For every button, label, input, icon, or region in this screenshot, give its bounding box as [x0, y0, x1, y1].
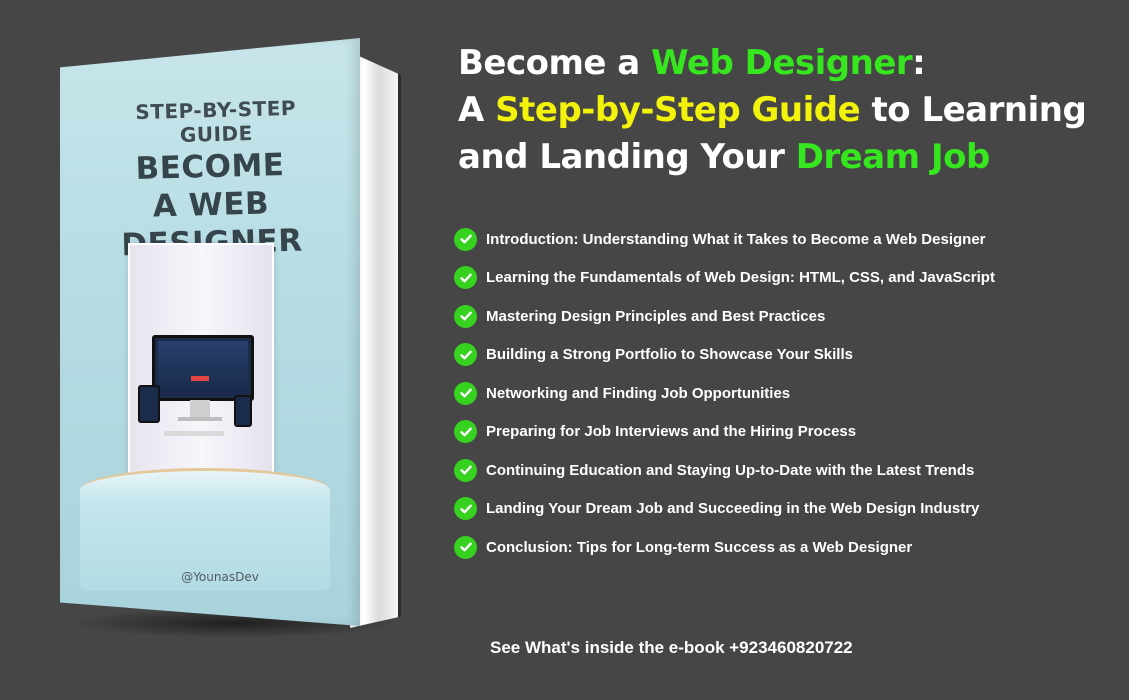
cover-kicker: STEP-BY-STEP GUIDE: [135, 95, 297, 147]
check-circle-icon: [454, 497, 477, 521]
topic-label: Conclusion: Tips for Long-term Success a…: [486, 538, 913, 556]
check-circle-icon: [454, 535, 477, 559]
check-circle-icon: [454, 343, 477, 367]
book-cover: STEP-BY-STEP GUIDE BECOME A WEB DESIGNER…: [60, 38, 360, 626]
cover-author-handle: @YounasDev: [181, 570, 259, 584]
topic-item: Preparing for Job Interviews and the Hir…: [454, 413, 1114, 452]
headline-highlight: Step-by-Step Guide: [495, 90, 861, 130]
topic-item: Continuing Education and Staying Up-to-D…: [454, 451, 1114, 490]
headline: Become a Web Designer: A Step-by-Step Gu…: [458, 40, 1118, 181]
topic-item: Introduction: Understanding What it Take…: [454, 220, 1114, 259]
monitor-illustration: [152, 335, 254, 401]
topic-label: Landing Your Dream Job and Succeeding in…: [486, 500, 980, 518]
topic-label: Mastering Design Principles and Best Pra…: [486, 307, 826, 325]
footer-cta: See What's inside the e-book +9234608207…: [490, 638, 853, 657]
topic-list: Introduction: Understanding What it Take…: [454, 220, 1114, 567]
topic-label: Preparing for Job Interviews and the Hir…: [486, 423, 857, 441]
topic-label: Introduction: Understanding What it Take…: [486, 230, 986, 248]
check-circle-icon: [454, 458, 477, 482]
headline-highlight: Web Designer: [651, 43, 913, 83]
ebook-cover-image: STEP-BY-STEP GUIDE BECOME A WEB DESIGNER…: [50, 30, 410, 638]
keyboard-illustration: [164, 431, 224, 436]
phone-illustration: [234, 395, 252, 427]
topic-item: Conclusion: Tips for Long-term Success a…: [454, 528, 1114, 567]
topic-item: Landing Your Dream Job and Succeeding in…: [454, 490, 1114, 529]
topic-label: Learning the Fundamentals of Web Design:…: [486, 269, 995, 287]
check-circle-icon: [454, 266, 477, 290]
topic-label: Building a Strong Portfolio to Showcase …: [486, 346, 853, 364]
check-circle-icon: [454, 381, 477, 405]
headline-line2: A Step-by-Step Guide to Learning: [458, 90, 1087, 130]
headline-highlight: Dream Job: [795, 137, 991, 177]
check-circle-icon: [454, 420, 477, 444]
phone-illustration: [138, 385, 160, 423]
cover-display-stand: [128, 243, 274, 479]
topic-label: Networking and Finding Job Opportunities: [486, 384, 791, 402]
topic-item: Learning the Fundamentals of Web Design:…: [454, 259, 1114, 298]
headline-line3: and Landing Your Dream Job: [458, 137, 991, 177]
topic-label: Continuing Education and Staying Up-to-D…: [486, 461, 975, 479]
headline-line1: Become a Web Designer:: [458, 43, 926, 83]
topic-item: Networking and Finding Job Opportunities: [454, 374, 1114, 413]
topic-item: Building a Strong Portfolio to Showcase …: [454, 336, 1114, 375]
check-circle-icon: [454, 304, 477, 328]
topic-item: Mastering Design Principles and Best Pra…: [454, 297, 1114, 336]
check-circle-icon: [454, 227, 477, 251]
